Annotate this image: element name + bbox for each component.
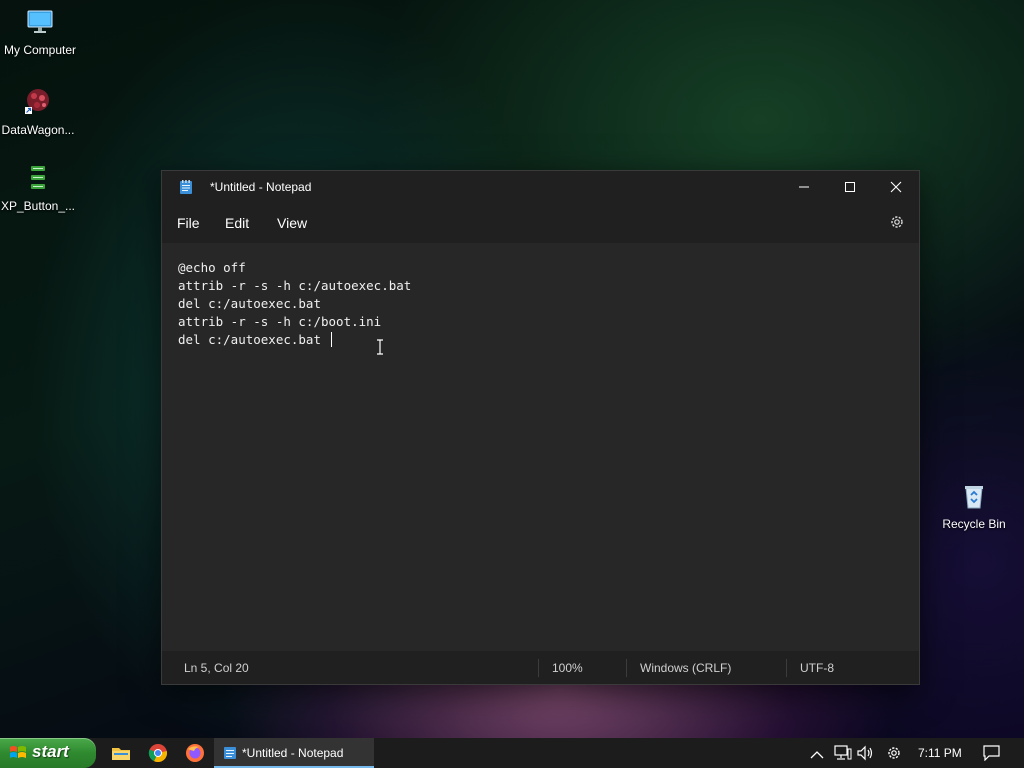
text-editor[interactable]: @echo off attrib -r -s -h c:/autoexec.ba… bbox=[162, 243, 919, 651]
settings-gear-icon[interactable] bbox=[889, 214, 905, 235]
taskbar-task-label: *Untitled - Notepad bbox=[242, 746, 344, 760]
editor-line: @echo off bbox=[178, 260, 246, 275]
recycle-bin-icon bbox=[934, 482, 1014, 513]
minimize-button[interactable] bbox=[781, 171, 827, 203]
desktop-icon-label: Recycle Bin bbox=[942, 517, 1006, 531]
monitor-icon bbox=[0, 8, 80, 39]
volume-icon[interactable] bbox=[857, 745, 875, 766]
taskbar-clock[interactable]: 7:11 PM bbox=[918, 746, 962, 760]
status-divider bbox=[786, 659, 787, 677]
editor-line: del c:/autoexec.bat bbox=[178, 332, 321, 347]
desktop-icon-label: My Computer bbox=[3, 43, 77, 57]
zoom-level: 100% bbox=[552, 661, 583, 675]
chevron-up-icon[interactable] bbox=[810, 747, 824, 765]
ibeam-cursor-icon bbox=[376, 339, 384, 360]
desktop-icon-recycle-bin[interactable]: Recycle Bin bbox=[934, 482, 1014, 531]
desktop-icon-datawagon[interactable]: DataWagon... bbox=[0, 86, 78, 137]
notepad-icon bbox=[178, 179, 194, 200]
status-divider bbox=[626, 659, 627, 677]
menu-bar: File Edit View bbox=[162, 203, 919, 243]
network-icon[interactable] bbox=[834, 745, 852, 766]
menu-file[interactable]: File bbox=[177, 215, 200, 231]
notification-icon[interactable] bbox=[983, 745, 1000, 766]
taskbar: start *Untitled - Notepad 7:11 PM bbox=[0, 738, 1024, 768]
notepad-window: *Untitled - Notepad File Edit View @echo… bbox=[161, 170, 920, 685]
notepad-icon bbox=[223, 745, 237, 765]
status-divider bbox=[538, 659, 539, 677]
desktop-icon-my-computer[interactable]: My Computer bbox=[0, 8, 80, 57]
menu-view[interactable]: View bbox=[277, 215, 307, 231]
firefox-icon[interactable] bbox=[185, 743, 205, 763]
line-ending: Windows (CRLF) bbox=[640, 661, 732, 675]
xp-button-file-icon bbox=[0, 164, 78, 195]
editor-line: attrib -r -s -h c:/boot.ini bbox=[178, 314, 382, 329]
file-explorer-icon[interactable] bbox=[111, 743, 131, 763]
windows-flag-icon bbox=[9, 744, 27, 767]
taskbar-notepad-button[interactable]: *Untitled - Notepad bbox=[214, 738, 374, 768]
encoding: UTF-8 bbox=[800, 661, 834, 675]
editor-line: del c:/autoexec.bat bbox=[178, 296, 321, 311]
editor-line: attrib -r -s -h c:/autoexec.bat bbox=[178, 278, 412, 293]
desktop-icon-label: DataWagon... bbox=[1, 123, 75, 137]
desktop-icon-xp-button[interactable]: XP_Button_... bbox=[0, 164, 78, 213]
title-bar[interactable]: *Untitled - Notepad bbox=[162, 171, 919, 203]
chrome-icon[interactable] bbox=[148, 743, 168, 763]
datawagon-shortcut-icon bbox=[0, 86, 78, 119]
cursor-position: Ln 5, Col 20 bbox=[184, 661, 249, 675]
menu-edit[interactable]: Edit bbox=[225, 215, 249, 231]
start-button[interactable]: start bbox=[0, 738, 96, 768]
status-bar: Ln 5, Col 20 100% Windows (CRLF) UTF-8 bbox=[162, 651, 919, 684]
text-caret bbox=[331, 332, 332, 347]
settings-gear-icon[interactable] bbox=[886, 745, 902, 766]
window-title: *Untitled - Notepad bbox=[210, 180, 312, 194]
maximize-button[interactable] bbox=[827, 171, 873, 203]
desktop-icon-label: XP_Button_... bbox=[0, 199, 76, 213]
close-button[interactable] bbox=[873, 171, 919, 203]
start-label: start bbox=[32, 742, 69, 761]
